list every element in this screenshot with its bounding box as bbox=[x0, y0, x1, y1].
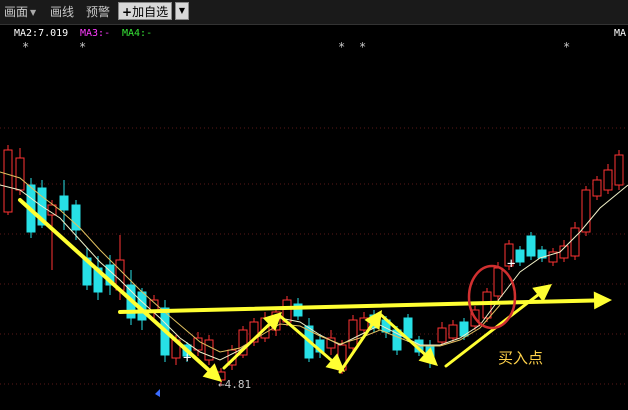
ma3-indicator: MA3:- bbox=[80, 28, 111, 39]
candlestick bbox=[448, 320, 458, 342]
candlestick bbox=[614, 150, 624, 190]
candle-body bbox=[448, 324, 458, 339]
candle-body bbox=[570, 227, 580, 257]
alert-button[interactable]: 预警 bbox=[86, 3, 110, 21]
candlestick bbox=[15, 148, 25, 195]
draw-menu-label: 画面 bbox=[4, 5, 29, 19]
low-price-label: ←4.81 bbox=[218, 378, 251, 391]
cursor-crosshair-icon-2: + bbox=[507, 256, 515, 272]
event-marker[interactable]: * bbox=[338, 40, 345, 54]
candle-body bbox=[515, 249, 525, 263]
arrow-shaft bbox=[18, 198, 211, 372]
cursor-crosshair-icon: + bbox=[183, 350, 191, 366]
chevron-down-icon: ▼ bbox=[30, 7, 37, 17]
event-marker[interactable]: * bbox=[563, 40, 570, 54]
swing-up-arrow bbox=[222, 312, 282, 370]
low-price-value: 4.81 bbox=[225, 378, 252, 391]
candlestick bbox=[515, 246, 525, 266]
candle-body bbox=[348, 319, 358, 349]
period-marker-icon bbox=[155, 389, 160, 397]
candle-body bbox=[526, 235, 536, 257]
candlestick bbox=[526, 232, 536, 260]
event-marker[interactable]: * bbox=[79, 40, 86, 54]
candle-body bbox=[603, 169, 613, 191]
add-watchlist-label: 加自选 bbox=[132, 5, 169, 19]
ma-indicator-truncated: MA bbox=[614, 28, 627, 39]
event-marker[interactable]: * bbox=[359, 40, 366, 54]
buy-point-label: 买入点 bbox=[498, 349, 543, 367]
arrow-shaft bbox=[378, 312, 427, 356]
ma2-indicator: MA2:7.019 bbox=[14, 28, 69, 39]
arrow-head bbox=[593, 291, 612, 310]
candle-body bbox=[614, 154, 624, 186]
candlestick bbox=[592, 176, 602, 200]
add-watchlist-button[interactable]: +加自选 bbox=[118, 2, 173, 20]
candlestick bbox=[437, 322, 447, 346]
candle-body bbox=[581, 189, 591, 233]
candlestick bbox=[3, 145, 13, 215]
candlestick bbox=[71, 200, 81, 240]
candle-body bbox=[3, 149, 13, 213]
candlestick bbox=[204, 335, 214, 365]
ma4-indicator: MA4:- bbox=[122, 28, 153, 39]
candlestick bbox=[537, 246, 547, 262]
candlestick bbox=[105, 255, 115, 295]
candle-body bbox=[592, 179, 602, 197]
candle-body bbox=[493, 267, 503, 297]
candle-body bbox=[437, 327, 447, 343]
chart-toolbar: 画面 ▼ 画线 预警 +加自选 ▼ bbox=[0, 0, 628, 25]
candle-body bbox=[59, 195, 69, 211]
buy-point-circle bbox=[467, 264, 517, 330]
candlestick bbox=[603, 164, 613, 194]
plus-icon: + bbox=[122, 5, 133, 19]
draw-line-button[interactable]: 画线 bbox=[50, 3, 74, 21]
arrow-head bbox=[532, 284, 552, 303]
candlestick bbox=[570, 222, 580, 260]
event-marker[interactable]: * bbox=[22, 40, 29, 54]
candlestick bbox=[82, 248, 92, 290]
chevron-down-icon: ▼ bbox=[178, 6, 186, 15]
add-watchlist-dropdown[interactable]: ▼ bbox=[175, 2, 189, 20]
candlestick bbox=[548, 248, 558, 266]
downtrend-arrow bbox=[18, 198, 222, 382]
candle-body bbox=[15, 157, 25, 191]
kline-chart[interactable]: 买入点 ←4.81 + + bbox=[0, 0, 628, 410]
draw-menu[interactable]: 画面 ▼ bbox=[4, 3, 36, 21]
